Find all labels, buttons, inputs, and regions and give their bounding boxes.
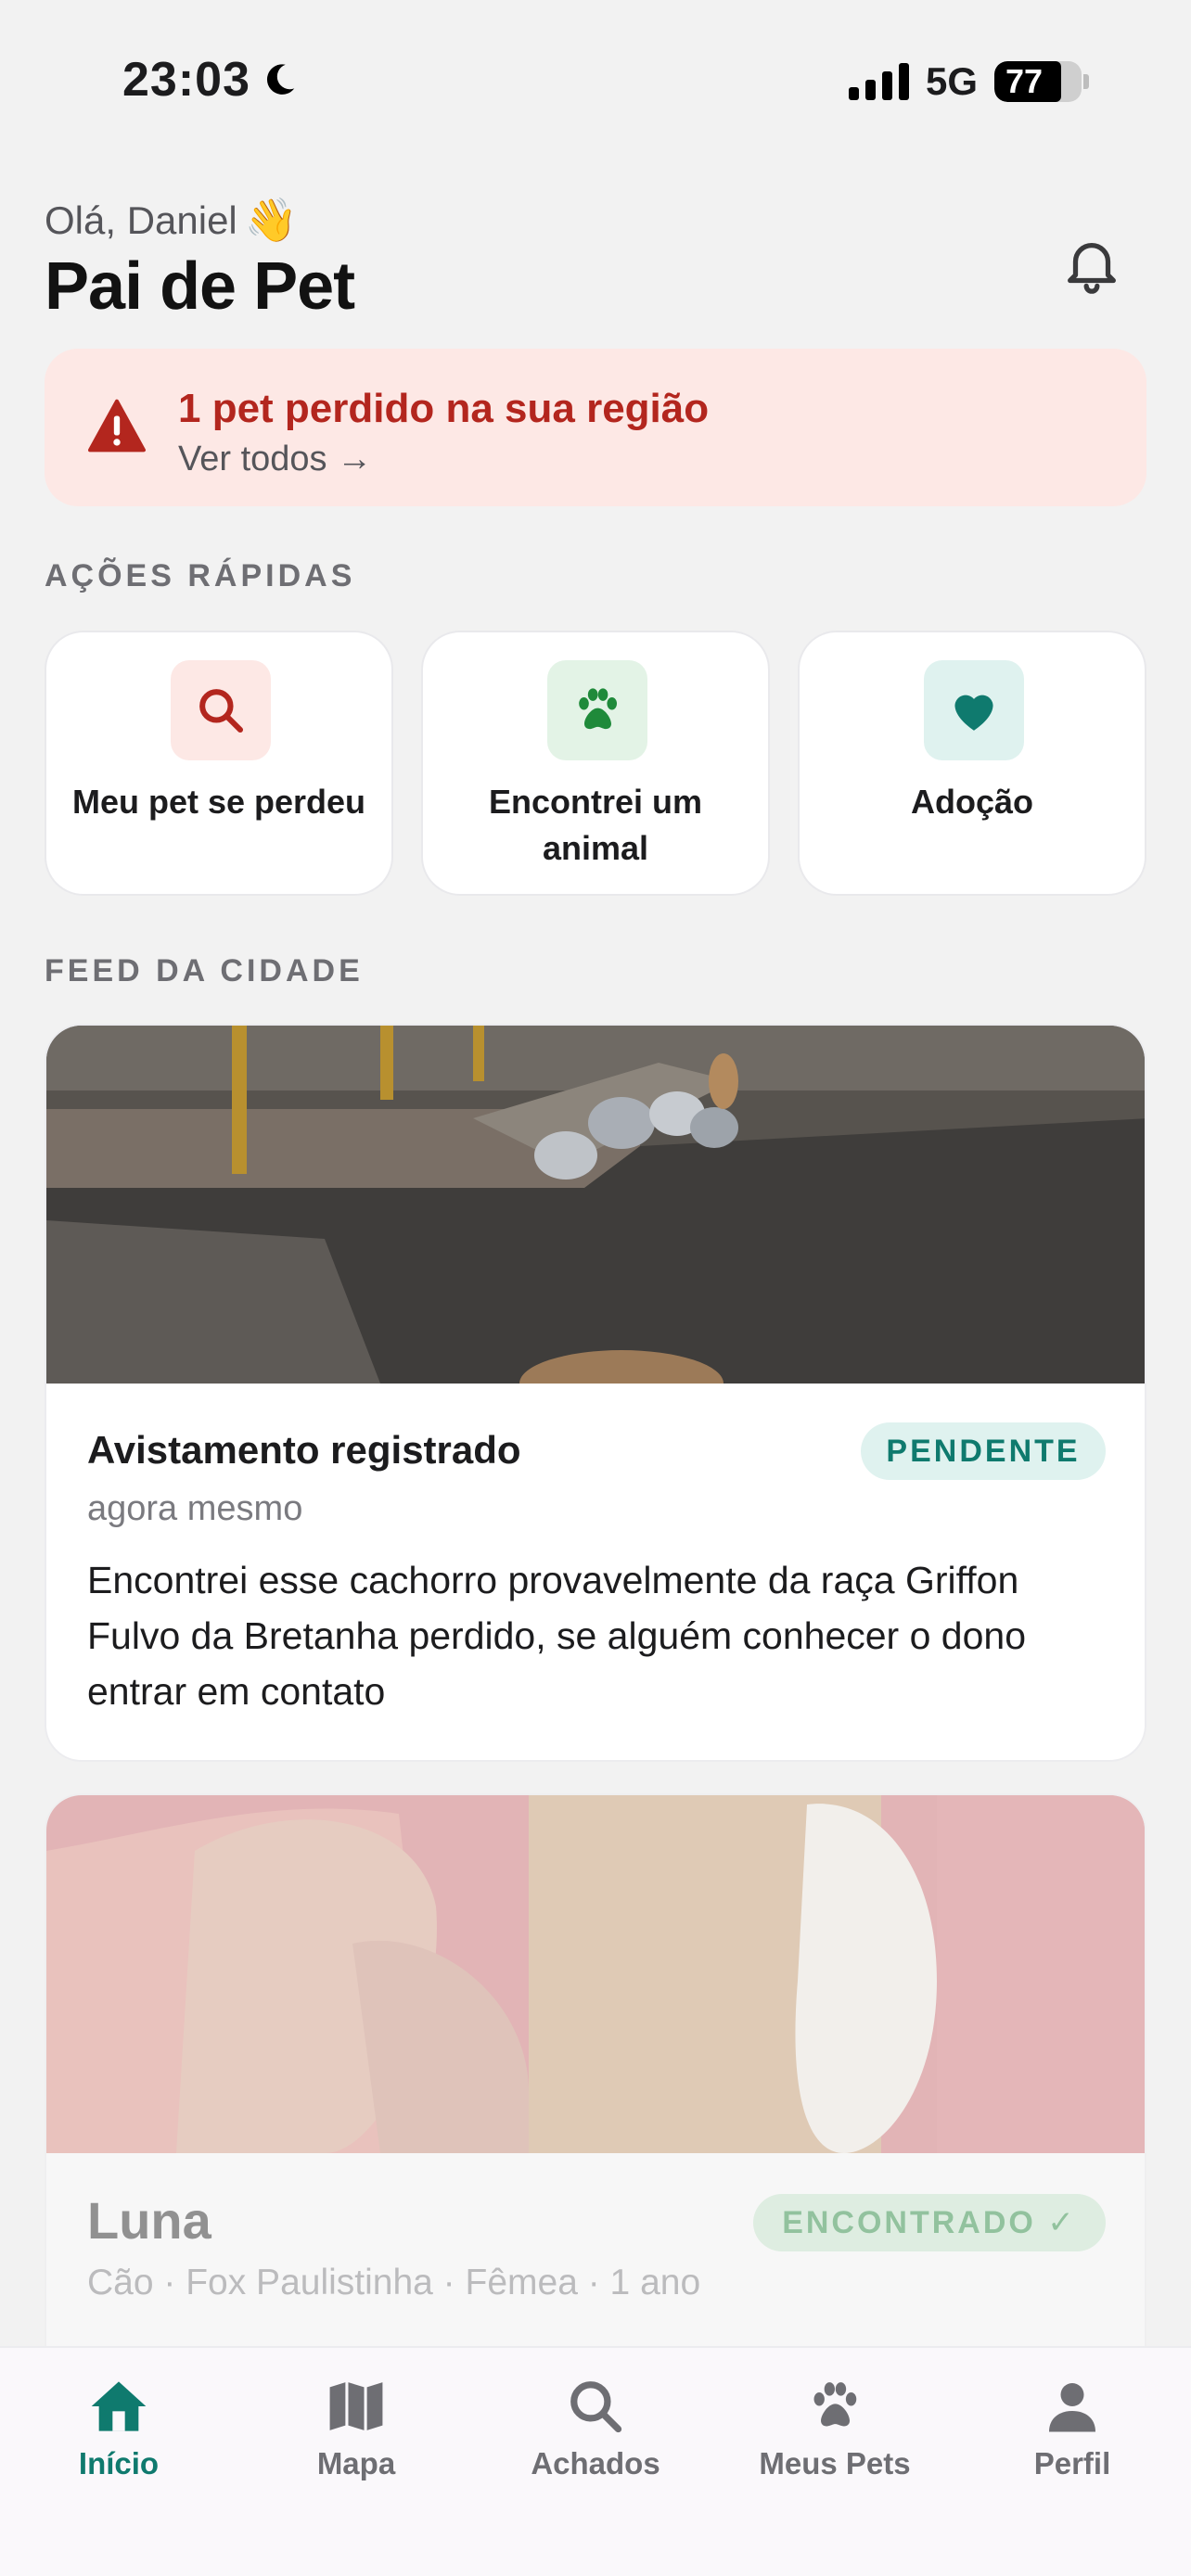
post-title: Avistamento registrado: [87, 1428, 521, 1472]
status-badge: ENCONTRADO ✓: [753, 2194, 1106, 2251]
tab-label: Mapa: [316, 2446, 396, 2480]
feed-post-card[interactable]: Avistamento registrado PENDENTE agora me…: [45, 1024, 1146, 1762]
paw-icon: [802, 2374, 867, 2439]
network-type: 5G: [925, 59, 978, 103]
tab-meus-pets[interactable]: Meus Pets: [742, 2374, 928, 2481]
status-time: 23:03: [122, 52, 301, 108]
tab-inicio[interactable]: Início: [26, 2374, 211, 2481]
signal-icon: [848, 63, 909, 100]
adoption-button[interactable]: Adoção: [798, 631, 1146, 896]
pet-details: Cão · Fox Paulistinha · Fêmea · 1 ano: [87, 2263, 701, 2302]
feed-post-card[interactable]: Luna ENCONTRADO ✓ Cão · Fox Paulistinha …: [45, 1793, 1146, 2442]
post-time: agora mesmo: [87, 1489, 303, 1528]
moon-icon: [266, 64, 295, 95]
paw-icon: [547, 660, 647, 760]
status-badge: PENDENTE: [861, 1422, 1106, 1480]
status-time-text: 23:03: [122, 53, 250, 107]
alert-title: 1 pet perdido na sua região: [178, 386, 710, 431]
home-icon: [86, 2374, 151, 2439]
lost-pet-alert[interactable]: 1 pet perdido na sua região Ver todos →: [45, 349, 1146, 506]
tab-achados[interactable]: Achados: [503, 2374, 688, 2481]
post-description: Encontrei esse cachorro provavelmente da…: [87, 1559, 1027, 1713]
tab-label: Início: [78, 2446, 160, 2480]
adoption-label: Adoção: [910, 783, 1033, 821]
tab-perfil[interactable]: Perfil: [980, 2374, 1165, 2481]
person-icon: [1040, 2374, 1105, 2439]
feed-heading: FEED DA CIDADE: [45, 953, 364, 988]
tab-label: Perfil: [1033, 2446, 1111, 2480]
lost-my-pet-label: Meu pet se perdeu: [71, 783, 366, 821]
battery-level: 77: [1005, 62, 1044, 100]
status-right: 5G 77: [848, 59, 1089, 104]
view-all-link[interactable]: Ver todos →: [178, 440, 372, 479]
sighting-photo: [46, 1026, 1145, 1384]
battery-icon: 77: [994, 61, 1089, 102]
tab-bar: Início Mapa Achados Meus Pets Perfil: [0, 2346, 1191, 2576]
heart-icon: [924, 660, 1024, 760]
waving-hand-emoji: 👋: [244, 196, 299, 244]
pet-name: Luna: [87, 2191, 211, 2250]
search-icon: [171, 660, 271, 760]
quick-actions-heading: AÇÕES RÁPIDAS: [45, 558, 356, 593]
notifications-button[interactable]: [1054, 226, 1130, 302]
search-icon: [563, 2374, 628, 2439]
tab-mapa[interactable]: Mapa: [263, 2374, 449, 2481]
status-bar: 23:03 5G 77: [0, 0, 1191, 158]
greeting-text: Olá, Daniel: [45, 198, 237, 242]
pet-photo: [46, 1795, 1145, 2153]
map-icon: [324, 2374, 389, 2439]
found-animal-button[interactable]: Encontrei um animal: [421, 631, 770, 896]
tab-label: Meus Pets: [759, 2446, 911, 2480]
page-title: Pai de Pet: [45, 249, 355, 324]
tab-label: Achados: [531, 2446, 660, 2480]
warning-icon: [88, 399, 146, 453]
bell-icon: [1068, 242, 1116, 294]
greeting: Olá, Daniel 👋: [45, 195, 298, 246]
found-animal-label: Encontrei um animal: [488, 783, 703, 867]
lost-my-pet-button[interactable]: Meu pet se perdeu: [45, 631, 393, 896]
